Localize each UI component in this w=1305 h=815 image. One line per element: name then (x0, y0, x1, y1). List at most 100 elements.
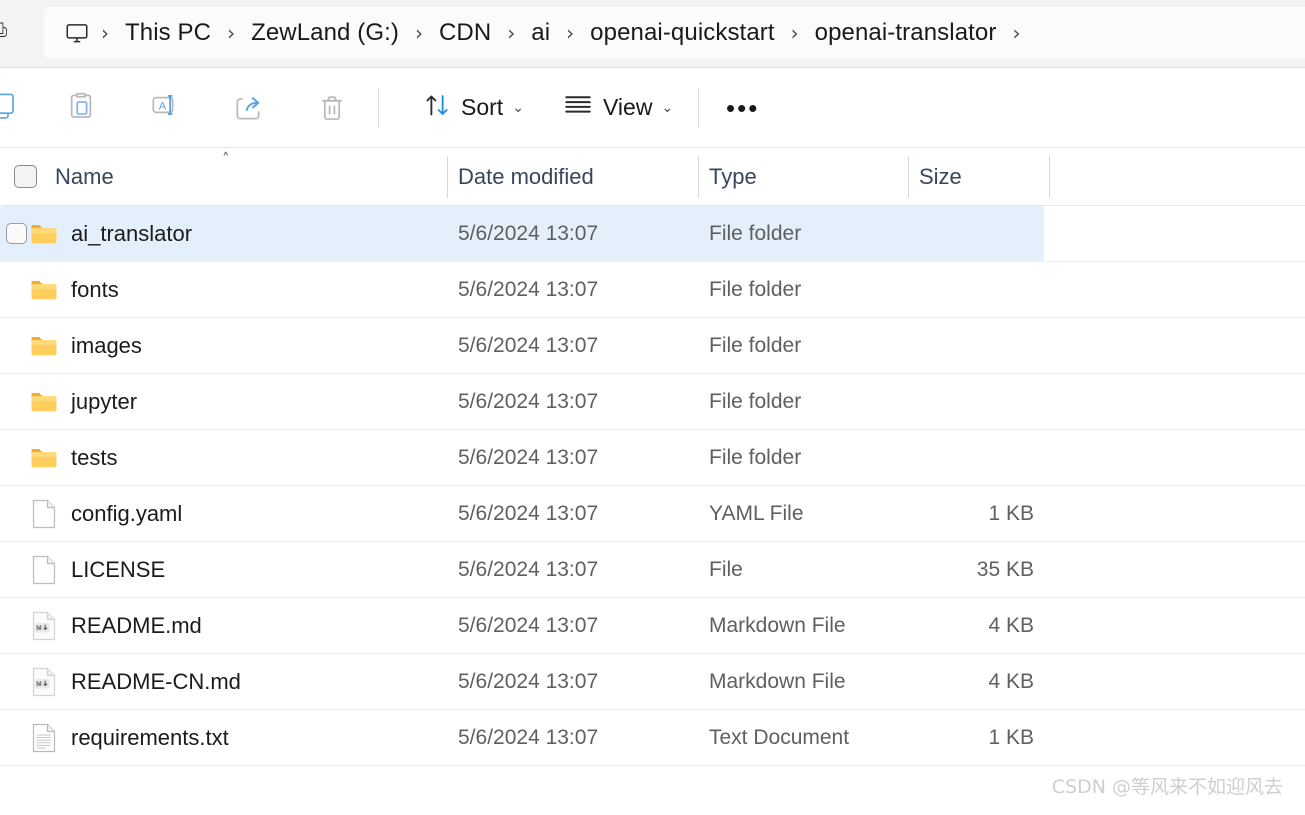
breadcrumb-item-this-pc[interactable]: This PC (118, 16, 218, 50)
file-date-cell: 5/6/2024 13:07 (458, 333, 599, 357)
column-divider-1[interactable] (447, 156, 448, 198)
copy-icon-clipped[interactable]: ⎙ (0, 18, 12, 44)
column-header-type-label: Type (709, 163, 757, 189)
column-divider-4[interactable] (1049, 156, 1050, 198)
view-button[interactable]: View ⌄ (552, 84, 683, 132)
monitor-icon[interactable] (62, 18, 92, 48)
command-toolbar: A Sort ⌄ View ⌄ ••• (0, 68, 1305, 148)
file-name-cell[interactable]: LICENSE (0, 542, 165, 598)
file-name-cell[interactable]: ai_translator (0, 206, 192, 262)
file-type-cell: Markdown File (709, 613, 846, 637)
file-name-cell[interactable]: tests (0, 430, 117, 486)
view-label: View (603, 94, 653, 120)
row-checkbox[interactable] (6, 223, 27, 244)
file-date-cell: 5/6/2024 13:07 (458, 501, 599, 525)
file-date-cell: 5/6/2024 13:07 (458, 725, 599, 749)
file-name-cell[interactable]: M README-CN.md (0, 654, 241, 710)
file-type-cell: File folder (709, 389, 802, 413)
file-name-label: LICENSE (71, 556, 166, 582)
column-header-date-label: Date modified (458, 163, 594, 189)
file-name-cell[interactable]: images (0, 318, 142, 374)
file-name-cell[interactable]: M README.md (0, 598, 202, 654)
toolbar-separator-1 (378, 87, 379, 128)
file-name-label: README-CN.md (71, 668, 241, 694)
file-date-cell: 5/6/2024 13:07 (458, 389, 599, 413)
file-size-cell (910, 374, 1034, 430)
table-row[interactable]: LICENSE 5/6/2024 13:07 File 35 KB (0, 542, 1305, 598)
delete-button[interactable] (306, 84, 358, 132)
share-button[interactable] (222, 84, 274, 132)
rename-button[interactable]: A (138, 84, 190, 132)
toolbar-separator-2 (698, 87, 699, 128)
column-header-date-modified[interactable]: Date modified (458, 148, 594, 206)
breadcrumb-chevron-0: › (101, 21, 109, 45)
column-header-size[interactable]: Size (919, 148, 962, 206)
folder-icon (29, 275, 59, 305)
table-row[interactable]: images 5/6/2024 13:07 File folder (0, 318, 1305, 374)
svg-text:M: M (36, 625, 41, 632)
breadcrumb-chevron-4: › (566, 21, 575, 45)
breadcrumb-item-openai-translator[interactable]: openai-translator (808, 16, 1004, 50)
sort-button[interactable]: Sort ⌄ (412, 84, 534, 132)
file-size-cell (910, 318, 1034, 374)
view-lines-icon (562, 90, 594, 125)
file-size-cell (910, 206, 1034, 262)
file-name-label: requirements.txt (71, 724, 229, 750)
paste-button[interactable] (55, 84, 107, 132)
paste-icon (65, 89, 97, 126)
file-name-cell[interactable]: fonts (0, 262, 119, 318)
file-name-cell[interactable]: jupyter (0, 374, 137, 430)
breadcrumb-chevron-5: › (790, 21, 799, 45)
column-divider-3[interactable] (908, 156, 909, 198)
rename-icon: A (148, 89, 180, 126)
trash-icon (322, 95, 342, 120)
select-all-checkbox[interactable] (14, 165, 37, 188)
file-name-label: config.yaml (71, 500, 183, 526)
table-row[interactable]: config.yaml 5/6/2024 13:07 YAML File 1 KB (0, 486, 1305, 542)
file-date-cell: 5/6/2024 13:07 (458, 557, 599, 581)
chevron-down-icon-view: ⌄ (661, 99, 674, 116)
copy-button[interactable] (0, 84, 28, 132)
file-size-cell: 35 KB (976, 557, 1034, 581)
table-row[interactable]: M README-CN.md 5/6/2024 13:07 Markdown File… (0, 654, 1305, 710)
breadcrumb[interactable]: › This PC › ZewLand (G:) › CDN › ai › op… (44, 7, 1305, 59)
column-header-row: ˄ Name Date modified Type Size (0, 148, 1305, 206)
file-size-cell (910, 430, 1034, 486)
sort-arrows-icon (422, 90, 452, 125)
table-row[interactable]: ai_translator 5/6/2024 13:07 File folder (0, 206, 1305, 262)
folder-icon (29, 443, 59, 473)
file-size-cell: 4 KB (988, 669, 1034, 693)
table-row[interactable]: M README.md 5/6/2024 13:07 Markdown File 4 K… (0, 598, 1305, 654)
file-type-cell: YAML File (709, 501, 804, 525)
copy-icon (0, 90, 18, 125)
breadcrumb-item-ai[interactable]: ai (524, 16, 557, 50)
file-date-cell: 5/6/2024 13:07 (458, 613, 599, 637)
table-row[interactable]: tests 5/6/2024 13:07 File folder (0, 430, 1305, 486)
column-header-size-label: Size (919, 163, 962, 189)
breadcrumb-chevron-6: › (1012, 21, 1021, 45)
column-header-type[interactable]: Type (709, 148, 757, 206)
breadcrumb-item-cdn[interactable]: CDN (432, 16, 498, 50)
folder-icon (29, 331, 59, 361)
breadcrumb-item-openai-quickstart[interactable]: openai-quickstart (583, 16, 781, 50)
column-header-name[interactable]: Name (14, 148, 114, 206)
file-type-cell: Markdown File (709, 669, 846, 693)
blank-file-icon (29, 499, 59, 529)
markdown-file-icon: M (29, 667, 59, 697)
file-name-cell[interactable]: requirements.txt (0, 710, 229, 766)
breadcrumb-item-zewland[interactable]: ZewLand (G:) (244, 16, 406, 50)
file-name-label: ai_translator (71, 220, 193, 246)
table-row[interactable]: fonts 5/6/2024 13:07 File folder (0, 262, 1305, 318)
file-date-cell: 5/6/2024 13:07 (458, 669, 599, 693)
file-name-label: images (71, 332, 142, 358)
more-options-button[interactable]: ••• (716, 84, 769, 132)
file-name-cell[interactable]: config.yaml (0, 486, 182, 542)
file-size-cell (910, 262, 1034, 318)
file-date-cell: 5/6/2024 13:07 (458, 221, 599, 245)
column-header-name-label: Name (55, 163, 114, 189)
table-row[interactable]: jupyter 5/6/2024 13:07 File folder (0, 374, 1305, 430)
address-bar: ⎙ › This PC › ZewLand (G:) › CDN › ai › … (0, 0, 1305, 68)
table-row[interactable]: requirements.txt 5/6/2024 13:07 Text Docum… (0, 710, 1305, 766)
column-divider-2[interactable] (698, 156, 699, 198)
folder-icon (29, 219, 59, 249)
